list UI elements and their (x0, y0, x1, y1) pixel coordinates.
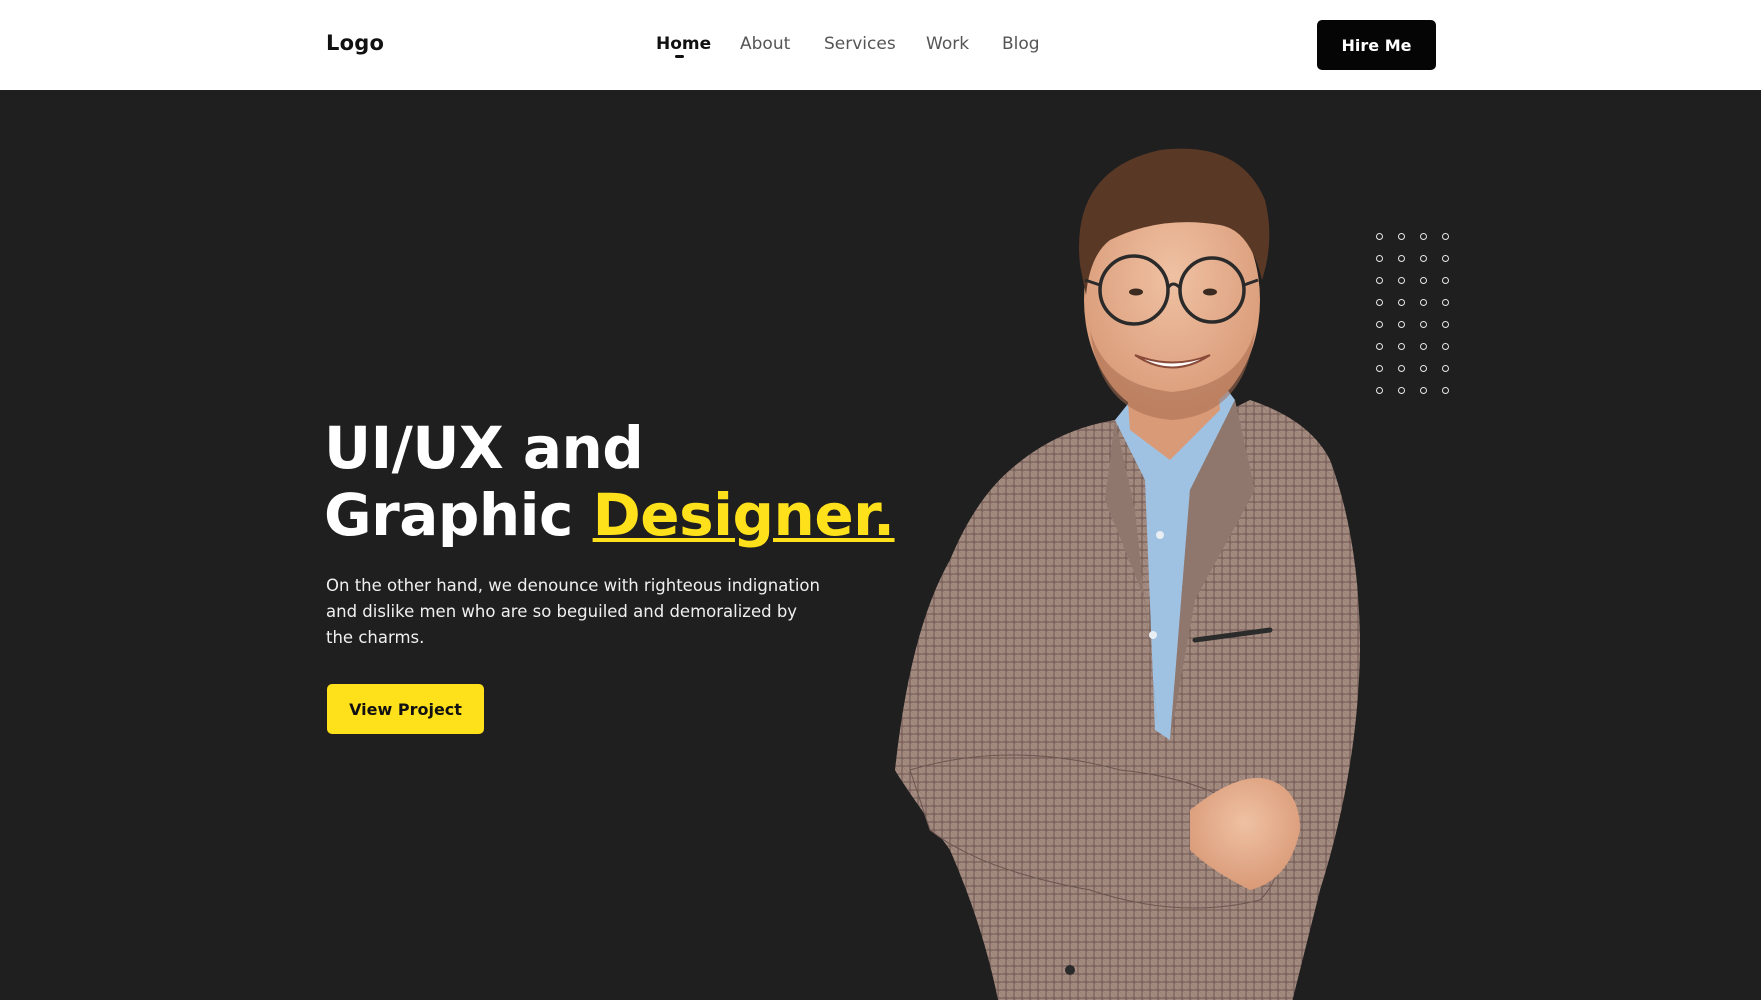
dot (1442, 321, 1449, 328)
dot (1420, 343, 1427, 350)
dot (1376, 277, 1383, 284)
dot (1420, 299, 1427, 306)
dot (1420, 277, 1427, 284)
nav-item-about[interactable]: About (740, 34, 790, 54)
headline-accent: Designer. (592, 481, 895, 549)
portrait-photo (895, 148, 1360, 1000)
dot (1442, 233, 1449, 240)
dot (1398, 233, 1405, 240)
nav-item-services[interactable]: Services (824, 34, 896, 54)
dot (1442, 277, 1449, 284)
hero-headline: UI/UX and Graphic Designer. (324, 415, 895, 549)
dot (1420, 255, 1427, 262)
dot (1420, 233, 1427, 240)
dot (1376, 387, 1383, 394)
dot (1398, 277, 1405, 284)
nav-item-home[interactable]: Home (656, 34, 711, 54)
dot (1376, 343, 1383, 350)
dot (1398, 387, 1405, 394)
dot (1442, 299, 1449, 306)
dot (1376, 233, 1383, 240)
dot (1442, 255, 1449, 262)
dot (1398, 321, 1405, 328)
view-project-button[interactable]: View Project (327, 684, 484, 734)
dot (1420, 365, 1427, 372)
dot (1398, 299, 1405, 306)
dot (1398, 255, 1405, 262)
dot-grid-decoration (1376, 233, 1476, 403)
headline-line-2: Graphic (324, 481, 593, 549)
site-header: Logo Home About Services Work Blog Hire … (0, 0, 1761, 90)
dot (1398, 343, 1405, 350)
dot (1376, 321, 1383, 328)
dot (1442, 387, 1449, 394)
dot (1398, 365, 1405, 372)
headline-line-1: UI/UX and (324, 414, 644, 482)
logo[interactable]: Logo (326, 31, 384, 55)
hero-section: UI/UX and Graphic Designer. On the other… (0, 90, 1761, 1000)
dot (1442, 365, 1449, 372)
dot (1420, 321, 1427, 328)
dot (1376, 299, 1383, 306)
hero-description: On the other hand, we denounce with righ… (326, 576, 820, 647)
active-nav-indicator (675, 55, 684, 58)
dot (1442, 343, 1449, 350)
nav-item-blog[interactable]: Blog (1002, 34, 1040, 54)
nav-item-work[interactable]: Work (926, 34, 969, 54)
hire-me-button[interactable]: Hire Me (1317, 20, 1436, 70)
dot (1376, 255, 1383, 262)
dot (1376, 365, 1383, 372)
dot (1420, 387, 1427, 394)
